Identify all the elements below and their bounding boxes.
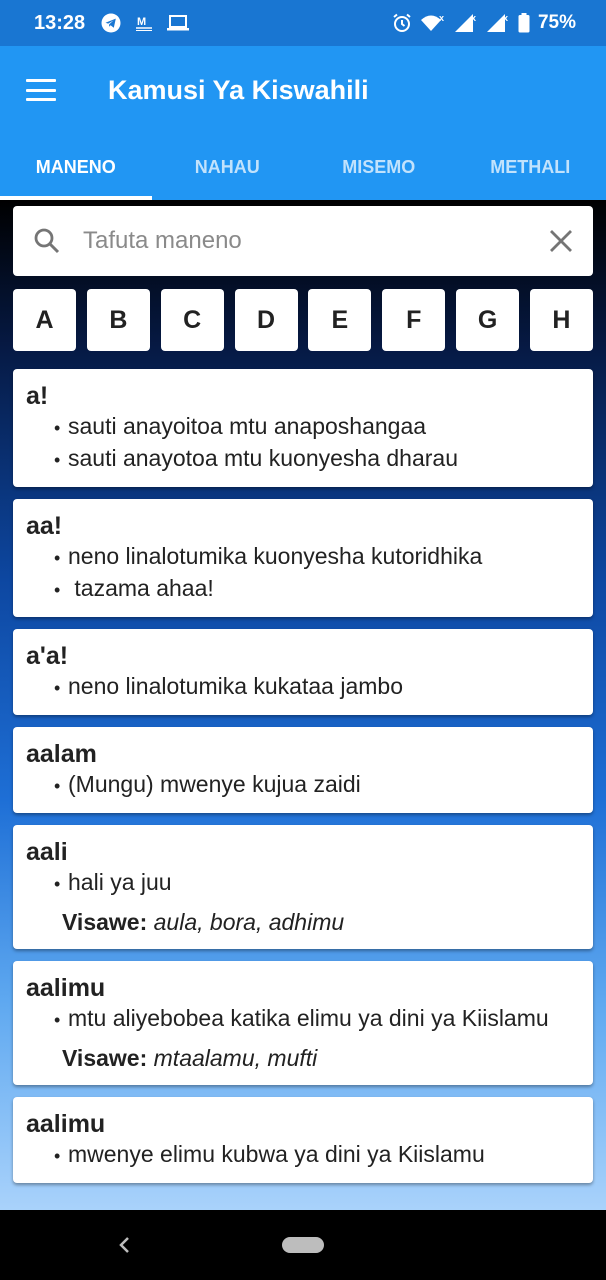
word-card[interactable]: aa! neno linalotumika kuonyesha kutoridh… — [13, 499, 593, 617]
tab-maneno[interactable]: MANENO — [0, 134, 152, 200]
synonyms: Visawe: mtaalamu, mufti — [26, 1043, 579, 1073]
svg-text:x: x — [471, 13, 476, 23]
alphabet-filter: A B C D E F G H — [13, 289, 593, 351]
notification-icons: M — [101, 13, 190, 33]
menu-icon[interactable] — [26, 79, 56, 101]
telegram-icon — [101, 13, 121, 33]
definition: (Mungu) mwenye kujua zaidi — [26, 769, 579, 801]
definition: hali ya juu — [26, 867, 579, 899]
svg-text:x: x — [503, 13, 508, 23]
word-card[interactable]: aali hali ya juu Visawe: aula, bora, adh… — [13, 825, 593, 949]
word-card[interactable]: aalimu mwenye elimu kubwa ya dini ya Kii… — [13, 1097, 593, 1183]
letter-button-f[interactable]: F — [382, 289, 446, 351]
synonyms-label: Visawe: — [62, 1045, 148, 1071]
home-pill-icon[interactable] — [282, 1237, 324, 1253]
content-area: Tafuta maneno A B C D E F G H a! sauti a… — [0, 200, 606, 1210]
letter-button-a[interactable]: A — [13, 289, 76, 351]
word-card[interactable]: aalimu mtu aliyebobea katika elimu ya di… — [13, 961, 593, 1085]
definition: sauti anayotoa mtu kuonyesha dharau — [26, 443, 579, 475]
tab-misemo[interactable]: MISEMO — [303, 134, 455, 200]
app-bar: Kamusi Ya Kiswahili — [0, 46, 606, 134]
word-title: aalimu — [26, 974, 106, 1002]
search-icon — [33, 227, 61, 255]
search-input[interactable]: Tafuta maneno — [83, 227, 549, 255]
signal-icon: x — [454, 13, 478, 33]
tab-nahau[interactable]: NAHAU — [152, 134, 304, 200]
tab-methali[interactable]: METHALI — [455, 134, 606, 200]
definition: sauti anayoitoa mtu anaposhangaa — [26, 411, 579, 443]
svg-text:x: x — [439, 13, 444, 23]
word-title: aalimu — [26, 1110, 106, 1138]
wifi-icon: x — [420, 13, 446, 33]
definition: mwenye elimu kubwa ya dini ya Kiislamu — [26, 1139, 579, 1171]
mail-icon: M — [135, 14, 153, 32]
synonyms-label: Visawe: — [62, 909, 148, 935]
word-card[interactable]: aalam (Mungu) mwenye kujua zaidi — [13, 727, 593, 813]
word-title: a'a! — [26, 642, 69, 670]
navigation-bar — [0, 1210, 606, 1280]
synonyms-words: aula, bora, adhimu — [153, 909, 345, 935]
synonyms: Visawe: aula, bora, adhimu — [26, 907, 579, 937]
letter-button-e[interactable]: E — [308, 289, 372, 351]
definition: neno linalotumika kukataa jambo — [26, 671, 579, 703]
svg-text:M: M — [137, 16, 146, 28]
alarm-icon — [392, 13, 412, 33]
word-card[interactable]: a! sauti anayoitoa mtu anaposhangaa saut… — [13, 369, 593, 487]
definition: mtu aliyebobea katika elimu ya dini ya K… — [26, 1003, 579, 1035]
tab-bar: MANENO NAHAU MISEMO METHALI — [0, 134, 606, 200]
word-card[interactable]: a'a! neno linalotumika kukataa jambo — [13, 629, 593, 715]
word-title: aalam — [26, 740, 97, 768]
status-time: 13:28 — [34, 11, 86, 34]
letter-button-g[interactable]: G — [456, 289, 520, 351]
battery-icon — [518, 13, 530, 33]
word-title: aali — [26, 838, 68, 866]
word-title: aa! — [26, 512, 63, 540]
system-icons: x x x 75% — [392, 12, 576, 34]
signal-icon-2: x — [486, 13, 510, 33]
battery-percent: 75% — [537, 12, 576, 33]
letter-button-c[interactable]: C — [160, 289, 224, 351]
app-title: Kamusi Ya Kiswahili — [108, 74, 369, 105]
back-icon[interactable] — [112, 1230, 136, 1260]
laptop-icon — [167, 14, 190, 32]
synonyms-words: mtaalamu, mufti — [153, 1045, 318, 1071]
definition: tazama ahaa! — [26, 573, 579, 605]
letter-button-d[interactable]: D — [234, 289, 298, 351]
letter-button-h[interactable]: H — [529, 289, 593, 351]
definition: neno linalotumika kuonyesha kutoridhika — [26, 541, 579, 573]
status-bar: 13:28 M x x x 75% — [0, 0, 606, 46]
letter-button-b[interactable]: B — [86, 289, 150, 351]
clear-icon[interactable] — [549, 229, 573, 253]
search-bar[interactable]: Tafuta maneno — [13, 206, 593, 276]
word-list: a! sauti anayoitoa mtu anaposhangaa saut… — [13, 369, 593, 1195]
word-title: a! — [26, 382, 49, 410]
